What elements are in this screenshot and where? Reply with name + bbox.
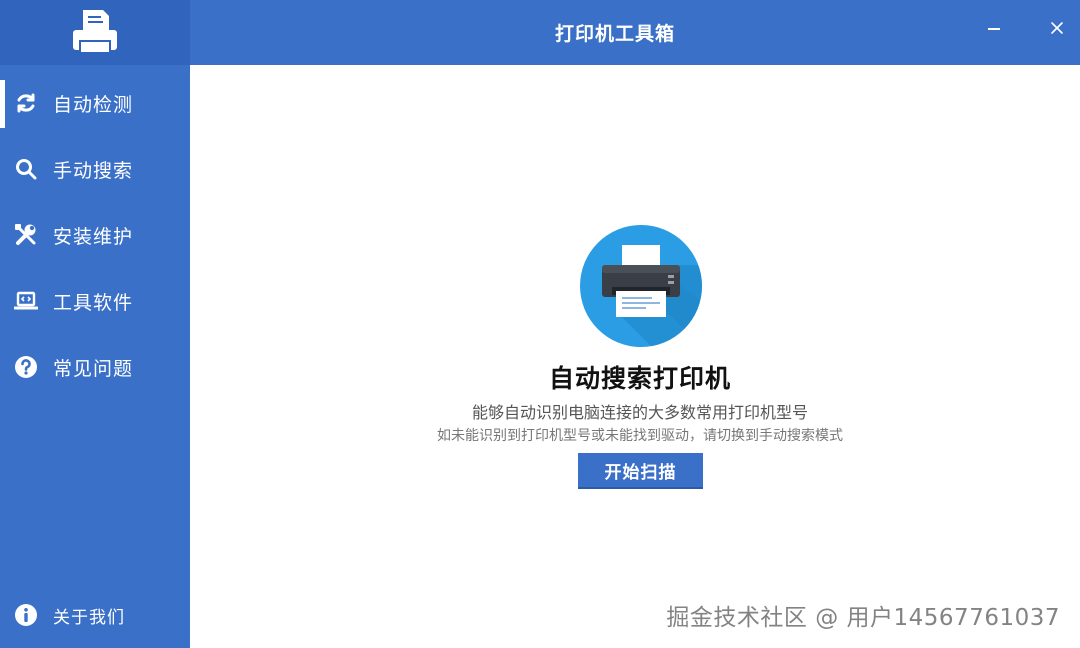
- sidebar-item-label: 自动检测: [53, 93, 134, 116]
- question-circle-icon: [14, 355, 38, 379]
- laptop-code-icon: [14, 289, 38, 313]
- sidebar-item-manual-search[interactable]: 手动搜索: [0, 136, 190, 202]
- minimize-button[interactable]: [979, 14, 1009, 44]
- sidebar-about: 关于我们: [0, 582, 190, 648]
- close-icon: [1050, 20, 1064, 39]
- printer-hero-icon: [580, 225, 702, 347]
- sidebar-item-label: 常见问题: [53, 357, 134, 380]
- start-scan-button[interactable]: 开始扫描: [578, 453, 703, 487]
- window-title: 打印机工具箱: [554, 23, 675, 45]
- sidebar-nav: 自动检测 手动搜索 安装维护 工具软件 常见问题: [0, 70, 190, 400]
- minimize-icon: [987, 20, 1001, 39]
- page-hint: 如未能识别到打印机型号或未能找到驱动，请切换到手动搜索模式: [437, 428, 843, 444]
- sidebar-item-install-maintain[interactable]: 安装维护: [0, 202, 190, 268]
- tools-icon: [14, 223, 38, 247]
- info-circle-icon: [14, 603, 38, 627]
- refresh-icon: [14, 91, 38, 115]
- sidebar-item-label: 工具软件: [53, 291, 134, 314]
- sidebar-item-tool-software[interactable]: 工具软件: [0, 268, 190, 334]
- app-logo: [0, 0, 190, 65]
- page-heading: 自动搜索打印机: [548, 364, 731, 393]
- close-button[interactable]: [1042, 14, 1072, 44]
- title-bar: 打印机工具箱: [190, 0, 1080, 65]
- search-icon: [14, 157, 38, 181]
- sidebar: 自动检测 手动搜索 安装维护 工具软件 常见问题 关于我们: [0, 0, 190, 648]
- main-content: 自动搜索打印机 能够自动识别电脑连接的大多数常用打印机型号 如未能识别到打印机型…: [190, 65, 1080, 648]
- sidebar-item-auto-detect[interactable]: 自动检测: [0, 70, 190, 136]
- sidebar-item-label: 手动搜索: [53, 159, 134, 182]
- printer-logo-icon: [71, 8, 119, 58]
- sidebar-item-label: 安装维护: [53, 225, 134, 248]
- sidebar-item-label: 关于我们: [53, 607, 125, 628]
- watermark-text: 掘金技术社区 @ 用户14567761037: [666, 605, 1060, 631]
- sidebar-item-about-us[interactable]: 关于我们: [0, 582, 190, 648]
- page-subtitle: 能够自动识别电脑连接的大多数常用打印机型号: [471, 403, 808, 422]
- sidebar-item-faq[interactable]: 常见问题: [0, 334, 190, 400]
